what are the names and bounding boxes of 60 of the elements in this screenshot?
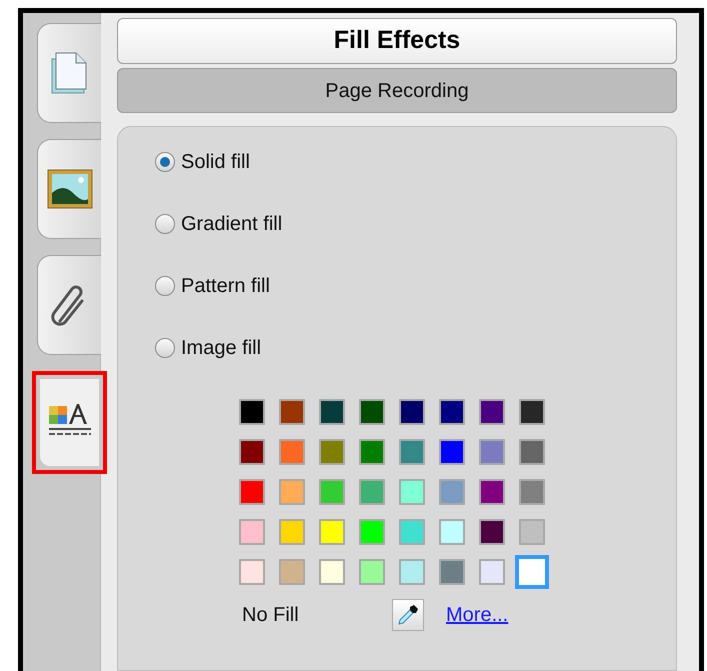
- pages-icon: [50, 51, 90, 95]
- color-swatch[interactable]: [515, 555, 549, 589]
- color-swatch[interactable]: [439, 399, 465, 425]
- eyedropper-button[interactable]: [392, 599, 424, 631]
- color-swatch[interactable]: [359, 399, 385, 425]
- sidebar-tab[interactable]: [37, 255, 101, 355]
- color-swatch[interactable]: [479, 439, 505, 465]
- color-swatch[interactable]: [439, 439, 465, 465]
- page-recording-button[interactable]: Page Recording: [117, 68, 677, 113]
- color-swatch[interactable]: [479, 519, 505, 545]
- color-swatch[interactable]: [279, 479, 305, 505]
- eyedropper-icon: [396, 603, 420, 627]
- framed-picture-icon: [46, 169, 92, 209]
- color-swatch[interactable]: [479, 399, 505, 425]
- color-swatch[interactable]: [399, 399, 425, 425]
- color-swatch[interactable]: [319, 479, 345, 505]
- color-swatch[interactable]: [479, 479, 505, 505]
- color-swatch[interactable]: [239, 399, 265, 425]
- radio-button[interactable]: [155, 152, 175, 172]
- fill-radio-option[interactable]: Solid fill: [155, 149, 676, 175]
- color-swatch[interactable]: [359, 559, 385, 585]
- color-swatch[interactable]: [359, 439, 385, 465]
- color-swatch[interactable]: [359, 479, 385, 505]
- color-swatch[interactable]: [319, 559, 345, 585]
- color-swatch[interactable]: [319, 519, 345, 545]
- no-fill-option[interactable]: No Fill: [242, 600, 392, 630]
- radio-button[interactable]: [155, 276, 175, 296]
- color-swatch[interactable]: [279, 399, 305, 425]
- color-swatch[interactable]: [519, 439, 545, 465]
- color-swatch[interactable]: [239, 559, 265, 585]
- fill-radio-option[interactable]: Gradient fill: [155, 211, 676, 237]
- sidebar-tab[interactable]: [37, 23, 101, 123]
- more-colors-link[interactable]: More...: [446, 600, 508, 630]
- color-swatch[interactable]: [399, 439, 425, 465]
- fill-radio-option[interactable]: Pattern fill: [155, 273, 676, 299]
- color-swatch[interactable]: [519, 399, 545, 425]
- color-swatch[interactable]: [399, 479, 425, 505]
- color-swatch[interactable]: [519, 479, 545, 505]
- color-swatch[interactable]: [279, 519, 305, 545]
- radio-button[interactable]: [155, 338, 175, 358]
- color-swatch[interactable]: [319, 399, 345, 425]
- color-swatch[interactable]: [239, 479, 265, 505]
- color-swatch[interactable]: [479, 559, 505, 585]
- color-swatch[interactable]: [279, 439, 305, 465]
- color-swatch[interactable]: [439, 479, 465, 505]
- color-swatch[interactable]: [399, 559, 425, 585]
- color-swatch[interactable]: [519, 519, 545, 545]
- color-swatch[interactable]: [319, 439, 345, 465]
- panel-title-bar: Fill Effects: [117, 18, 677, 64]
- color-swatch[interactable]: [399, 519, 425, 545]
- radio-button[interactable]: [155, 214, 175, 234]
- color-swatch[interactable]: [359, 519, 385, 545]
- color-swatch[interactable]: [239, 519, 265, 545]
- color-swatch[interactable]: [239, 439, 265, 465]
- sidebar-tab[interactable]: [40, 379, 99, 466]
- fill-radio-option[interactable]: Image fill: [155, 335, 676, 361]
- color-swatch[interactable]: [439, 559, 465, 585]
- color-swatch[interactable]: [279, 559, 305, 585]
- sidebar-tab[interactable]: [37, 139, 101, 239]
- color-swatch[interactable]: [439, 519, 465, 545]
